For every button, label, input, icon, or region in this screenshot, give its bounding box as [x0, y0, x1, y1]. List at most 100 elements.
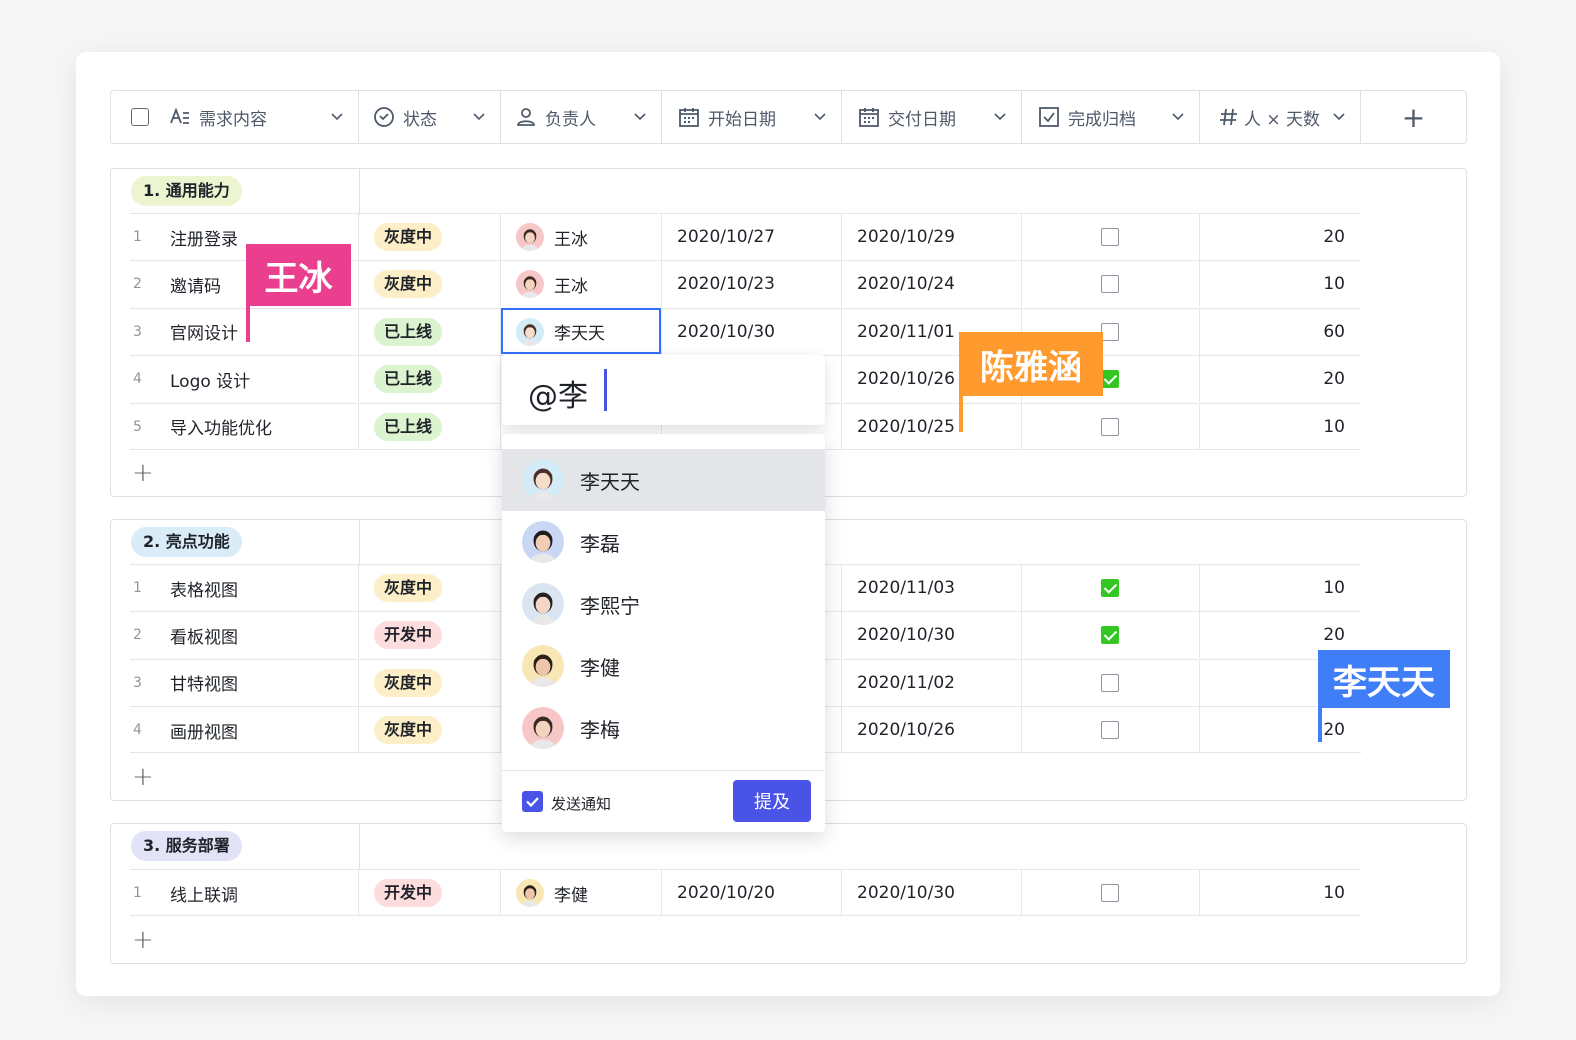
notify-checkbox[interactable]	[522, 791, 543, 812]
column-label: 状态	[403, 109, 437, 130]
mention-input-box[interactable]: @李	[502, 355, 825, 425]
status-cell[interactable]: 已上线	[374, 356, 443, 402]
end-date-cell[interactable]: 2020/10/29	[857, 214, 955, 260]
end-date: 2020/10/26	[857, 369, 955, 390]
mention-submit-button[interactable]: 提及	[733, 780, 811, 822]
add-row-button[interactable]: +	[132, 925, 154, 955]
mention-option[interactable]: 李熙宁	[502, 573, 825, 635]
owner-name: 王冰	[554, 276, 588, 297]
requirement-text: 甘特视图	[170, 675, 238, 696]
archive-checkbox[interactable]	[1101, 626, 1119, 645]
requirement-cell[interactable]: Logo 设计	[170, 356, 250, 402]
chevron-down-icon[interactable]	[1171, 109, 1185, 123]
status-cell[interactable]: 灰度中	[374, 660, 443, 706]
archive-checkbox[interactable]	[1101, 370, 1119, 389]
row-index: 1	[133, 229, 142, 245]
start-date-cell[interactable]: 2020/10/30	[677, 309, 775, 355]
requirement-cell[interactable]: 甘特视图	[170, 660, 238, 706]
status-cell[interactable]: 开发中	[374, 612, 443, 658]
column-label: 开始日期	[708, 109, 776, 130]
end-date-cell[interactable]: 2020/10/26	[857, 356, 955, 402]
requirement-cell[interactable]: 画册视图	[170, 707, 238, 753]
requirement-cell[interactable]: 导入功能优化	[170, 404, 272, 450]
end-date-cell[interactable]: 2020/11/01	[857, 309, 955, 355]
group-tag[interactable]: 1. 通用能力	[131, 176, 242, 206]
status-cell[interactable]: 已上线	[374, 309, 443, 355]
man-days-value: 20	[1323, 369, 1345, 390]
mention-input-value[interactable]: @李	[528, 371, 588, 415]
row-index: 3	[133, 674, 142, 691]
column-header-owner[interactable]: 负责人	[501, 91, 662, 143]
archive-checkbox[interactable]	[1101, 275, 1119, 294]
end-date-cell[interactable]: 2020/10/30	[857, 870, 955, 916]
owner-cell[interactable]: 王冰	[516, 261, 588, 307]
archive-checkbox[interactable]	[1101, 322, 1119, 341]
add-row-button[interactable]: +	[132, 458, 154, 488]
chevron-down-icon[interactable]	[993, 109, 1007, 123]
requirement-text: 导入功能优化	[170, 419, 272, 440]
column-header-archive[interactable]: 完成归档	[1022, 91, 1200, 143]
status-cell[interactable]: 灰度中	[374, 565, 443, 611]
end-date-cell[interactable]: 2020/10/24	[857, 261, 955, 307]
status-cell[interactable]: 灰度中	[374, 707, 443, 753]
column-header-man-days[interactable]: 人 × 天数	[1200, 91, 1361, 143]
requirement-cell[interactable]: 邀请码	[170, 261, 221, 307]
table-row[interactable]: 1 线上联调 开发中 李健 2020/10/20 2020/10/30 10	[130, 869, 1361, 916]
chevron-down-icon[interactable]	[633, 109, 647, 123]
mention-option[interactable]: 李梅	[502, 697, 825, 759]
start-date-cell[interactable]: 2020/10/23	[677, 261, 775, 307]
requirement-cell[interactable]: 看板视图	[170, 612, 238, 658]
end-date-cell[interactable]: 2020/11/02	[857, 660, 955, 706]
status-badge: 已上线	[374, 412, 443, 441]
chevron-down-icon[interactable]	[472, 109, 486, 123]
mention-option[interactable]: 李磊	[502, 511, 825, 573]
man-days-value: 10	[1323, 883, 1345, 903]
chevron-down-icon[interactable]	[1332, 109, 1346, 123]
group-tag[interactable]: 3. 服务部署	[131, 831, 242, 861]
archive-checkbox[interactable]	[1101, 721, 1119, 740]
requirement-cell[interactable]: 表格视图	[170, 565, 238, 611]
column-header-requirement[interactable]: 需求内容	[111, 91, 359, 143]
mention-option[interactable]: 李天天	[502, 449, 825, 511]
requirement-cell[interactable]: 官网设计	[170, 309, 238, 355]
column-header-start-date[interactable]: 开始日期	[662, 91, 842, 143]
column-header-end-date[interactable]: 交付日期	[842, 91, 1022, 143]
status-cell[interactable]: 开发中	[374, 870, 443, 916]
owner-cell[interactable]: 王冰	[516, 214, 588, 260]
select-all-checkbox[interactable]	[131, 108, 149, 126]
requirement-cell[interactable]: 注册登录	[170, 214, 238, 260]
check-icon	[526, 797, 539, 808]
archive-checkbox[interactable]	[1101, 884, 1119, 902]
start-date-cell[interactable]: 2020/10/27	[677, 214, 775, 260]
add-row-button[interactable]: +	[132, 762, 154, 792]
archive-checkbox[interactable]	[1101, 228, 1119, 246]
status-cell[interactable]: 已上线	[374, 404, 443, 450]
end-date-cell[interactable]: 2020/11/03	[857, 565, 955, 611]
requirement-cell[interactable]: 线上联调	[170, 870, 238, 916]
end-date-cell[interactable]: 2020/10/30	[857, 612, 955, 658]
chevron-down-icon[interactable]	[813, 109, 827, 123]
collaborator-flag-chenyahan: 陈雅涵	[959, 332, 1103, 396]
start-date-cell[interactable]: 2020/10/20	[677, 870, 775, 916]
group-tag[interactable]: 2. 亮点功能	[131, 527, 242, 557]
archive-checkbox[interactable]	[1101, 417, 1119, 436]
end-date: 2020/11/03	[857, 578, 955, 598]
mention-option[interactable]: 李健	[502, 635, 825, 697]
chevron-down-icon[interactable]	[330, 109, 344, 123]
archive-checkbox[interactable]	[1101, 673, 1119, 692]
status-cell[interactable]: 灰度中	[374, 214, 443, 260]
status-cell[interactable]: 灰度中	[374, 261, 443, 307]
end-date-cell[interactable]: 2020/10/26	[857, 707, 955, 753]
archive-checkbox[interactable]	[1101, 579, 1119, 597]
end-date-cell[interactable]: 2020/10/25	[857, 404, 955, 450]
owner-cell[interactable]: 李健	[516, 870, 588, 916]
add-column-button[interactable]: +	[1361, 91, 1466, 143]
column-header-status[interactable]: 状态	[359, 91, 501, 143]
table-row[interactable]: 3 官网设计 已上线 李天天 2020/10/30 2020/11/01 60	[130, 307, 1361, 355]
selected-cell[interactable]	[501, 308, 661, 354]
table-header: 需求内容 状态 负责人 开始日期 交付日期 完成归档 人 × 天数 +	[110, 90, 1467, 144]
row-index: 2	[133, 276, 142, 293]
end-date: 2020/10/30	[857, 883, 955, 903]
mention-option-name: 李天天	[580, 469, 640, 494]
column-label: 完成归档	[1068, 109, 1136, 130]
